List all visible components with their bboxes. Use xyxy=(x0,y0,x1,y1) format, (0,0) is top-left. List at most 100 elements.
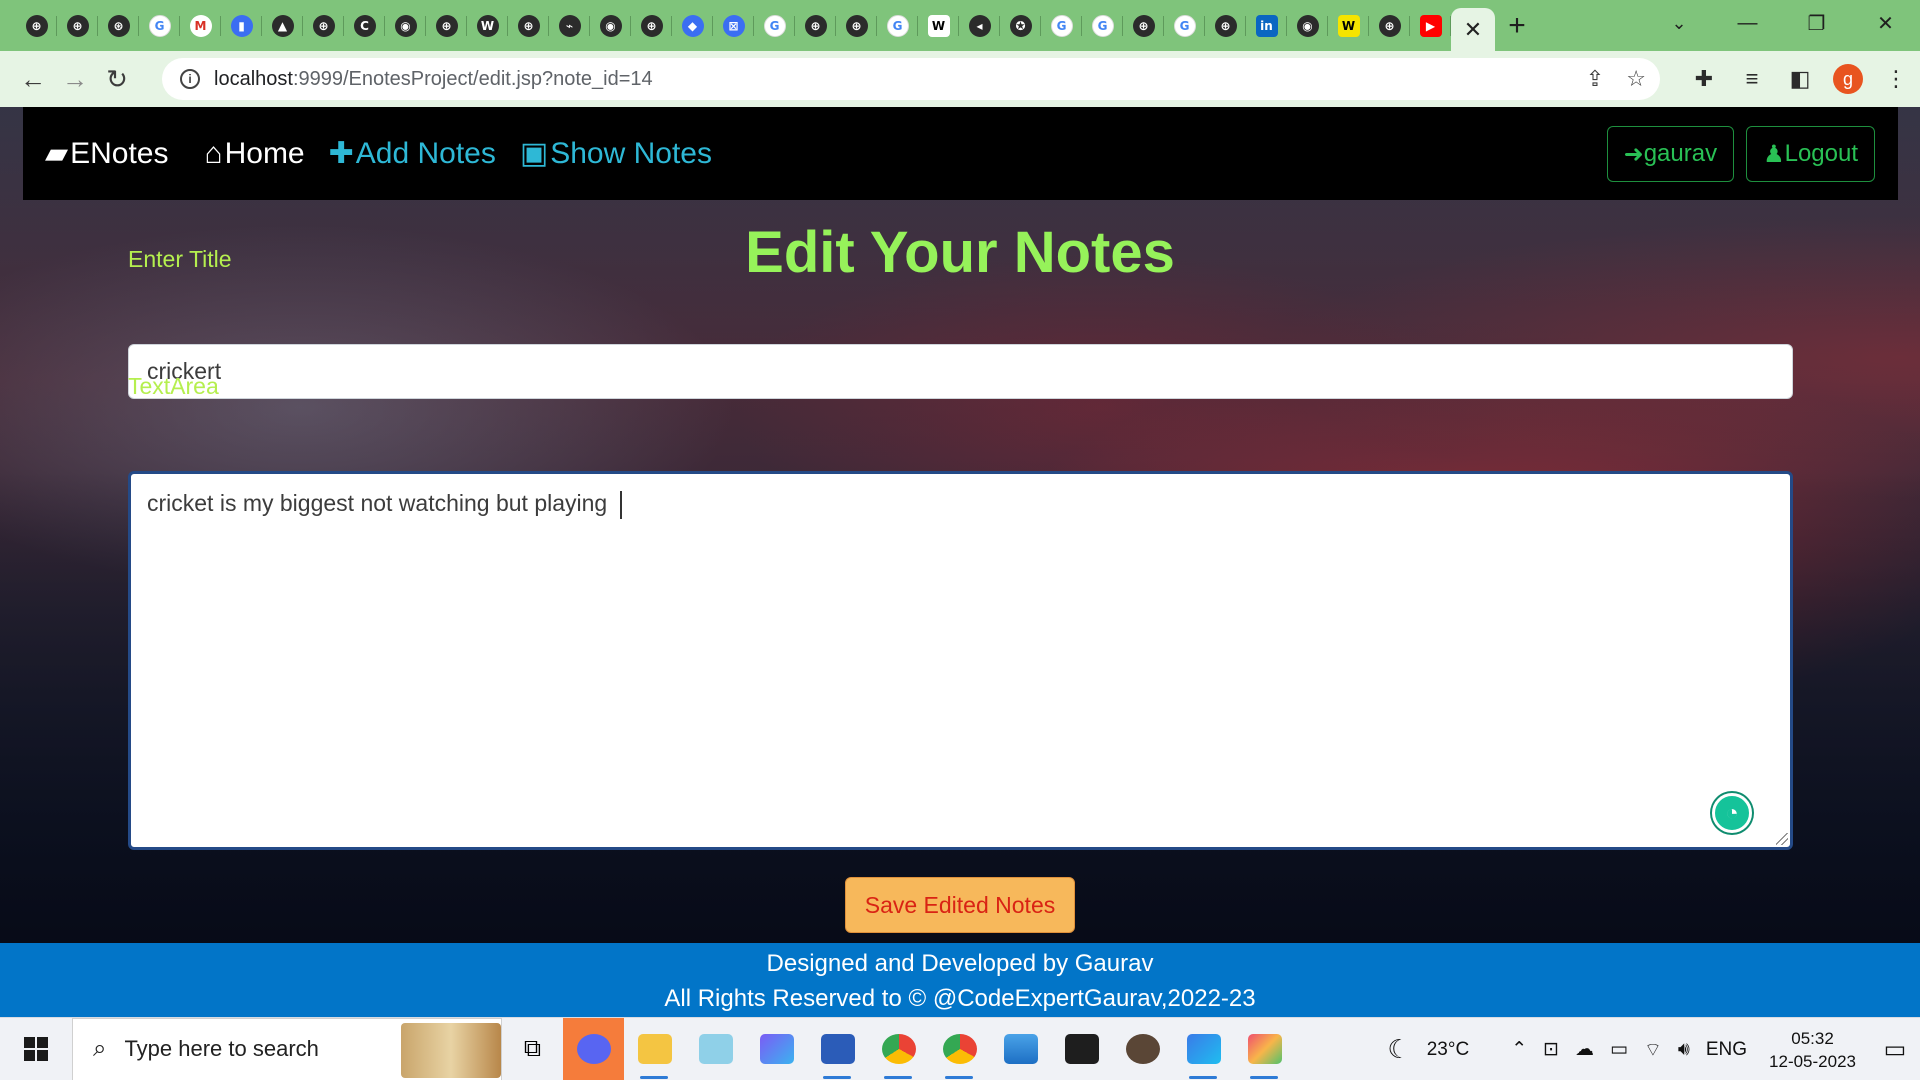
chrome-icon[interactable] xyxy=(868,1018,929,1080)
tab-drive[interactable]: ▲ xyxy=(262,0,303,51)
onedrive-icon[interactable]: ☁ xyxy=(1567,1038,1602,1061)
notification-center-icon[interactable]: ▭ xyxy=(1870,1018,1920,1080)
tab-globe[interactable]: ⊕ xyxy=(57,0,98,51)
tab-google[interactable]: G xyxy=(1041,0,1082,51)
url-text[interactable]: localhost:9999/EnotesProject/edit.jsp?no… xyxy=(214,68,653,91)
bookmark-star-icon[interactable]: ☆ xyxy=(1626,66,1646,92)
intellij-icon[interactable] xyxy=(1173,1018,1234,1080)
tab-openai[interactable]: ⊛ xyxy=(98,0,139,51)
forward-arrow-icon[interactable]: → xyxy=(54,58,96,100)
tab-globe[interactable]: ⊕ xyxy=(836,0,877,51)
terminal-icon[interactable] xyxy=(1051,1018,1112,1080)
chrome-profile-icon[interactable] xyxy=(929,1018,990,1080)
text-cursor xyxy=(619,490,622,519)
tab-docs[interactable]: ▮ xyxy=(221,0,262,51)
user-button[interactable]: ➜ gaurav xyxy=(1606,126,1735,182)
tab-gmail[interactable]: M xyxy=(180,0,221,51)
tab-wordpress[interactable]: W xyxy=(467,0,508,51)
chevron-up-icon[interactable]: ⌃ xyxy=(1503,1038,1535,1061)
side-panel-icon[interactable]: ◧ xyxy=(1776,51,1824,107)
footer-copyright: All Rights Reserved to © @CodeExpertGaur… xyxy=(664,985,1256,1012)
photos-icon[interactable] xyxy=(990,1018,1051,1080)
user-icon: ♟ xyxy=(1763,140,1785,168)
nav-show-notes[interactable]: ▣ Show Notes xyxy=(520,136,712,171)
tab-google[interactable]: G xyxy=(877,0,918,51)
tab-linkedin[interactable]: in xyxy=(1246,0,1287,51)
tab-google[interactable]: G xyxy=(1164,0,1205,51)
discord-app-icon[interactable] xyxy=(563,1017,624,1080)
logout-button[interactable]: ♟ Logout xyxy=(1746,126,1875,182)
back-arrow-icon[interactable]: ← xyxy=(12,58,54,100)
file-explorer-icon[interactable] xyxy=(624,1018,685,1080)
tab-globe[interactable]: ⊕ xyxy=(1123,0,1164,51)
tab-youtube[interactable]: ▶ xyxy=(1410,0,1451,51)
clock[interactable]: 05:32 12-05-2023 xyxy=(1755,1027,1870,1073)
tab-globe[interactable]: ⊕ xyxy=(303,0,344,51)
nav-add-notes[interactable]: ✚ Add Notes xyxy=(329,136,496,171)
tab-globe[interactable]: ⊕ xyxy=(795,0,836,51)
volume-icon[interactable]: 🔊︎ xyxy=(1670,1039,1698,1061)
tab-github[interactable]: ◉ xyxy=(590,0,631,51)
nav-home[interactable]: ⌂ Home xyxy=(204,137,304,171)
tab-globe[interactable]: ⊕ xyxy=(508,0,549,51)
brand-link[interactable]: ▰ ENotes xyxy=(45,136,168,171)
site-info-icon[interactable]: i xyxy=(180,69,200,89)
save-edited-notes-button[interactable]: Save Edited Notes xyxy=(845,877,1075,933)
tab-github[interactable]: ◉ xyxy=(385,0,426,51)
meet-icon[interactable]: ⊡ xyxy=(1535,1038,1567,1061)
git-bash-icon[interactable] xyxy=(1112,1018,1173,1080)
close-tab-icon[interactable]: ✕ xyxy=(1464,17,1482,43)
globe-icon: ⊕ xyxy=(1214,14,1237,37)
tab-leetcode[interactable]: ⌁ xyxy=(549,0,590,51)
weather-moon-icon[interactable]: ☾ xyxy=(1379,1034,1418,1065)
tab-globe[interactable]: ⊕ xyxy=(16,0,57,51)
taskbar-search[interactable]: ⌕ Type here to search xyxy=(72,1017,502,1080)
extensions-puzzle-icon[interactable]: ✚ xyxy=(1680,51,1728,107)
tab-search-chevron-icon[interactable]: ⌄ xyxy=(1662,0,1696,46)
minimize-icon[interactable]: — xyxy=(1713,0,1782,46)
tab-globe[interactable]: ⊕ xyxy=(631,0,672,51)
tab-wikipedia[interactable]: W xyxy=(918,0,959,51)
tab-globe[interactable]: ⊕ xyxy=(426,0,467,51)
nav-home-label: Home xyxy=(224,136,305,170)
note-textarea[interactable]: cricket is my biggest not watching but p… xyxy=(128,471,1793,850)
wifi-icon[interactable]: ⌔ xyxy=(1636,1038,1670,1062)
resize-handle[interactable] xyxy=(1776,833,1788,845)
tab-audio[interactable]: ◂ xyxy=(959,0,1000,51)
reload-icon[interactable]: ↻ xyxy=(96,58,138,100)
sourcetree-icon[interactable] xyxy=(1234,1018,1295,1080)
restore-icon[interactable]: ❐ xyxy=(1782,0,1851,46)
url-path: :9999/EnotesProject/edit.jsp?note_id=14 xyxy=(292,67,653,90)
address-bar[interactable]: i localhost:9999/EnotesProject/edit.jsp?… xyxy=(162,58,1660,100)
close-window-icon[interactable]: ✕ xyxy=(1851,0,1920,46)
media-control-icon[interactable]: ≡ xyxy=(1728,51,1776,107)
tab-google[interactable]: G xyxy=(139,0,180,51)
battery-icon[interactable]: ▭ xyxy=(1602,1038,1636,1061)
tab-active[interactable]: ✕ xyxy=(1451,8,1495,51)
tab-cpp[interactable]: C xyxy=(344,0,385,51)
task-view-icon[interactable]: ⧉ xyxy=(502,1018,563,1080)
tab-github[interactable]: ◉ xyxy=(1287,0,1328,51)
tab-google[interactable]: G xyxy=(754,0,795,51)
more-menu-icon[interactable]: ⋮ xyxy=(1872,51,1920,107)
start-button[interactable] xyxy=(0,1018,72,1080)
tab-translate[interactable]: ⊠ xyxy=(713,0,754,51)
grammarly-icon[interactable]: ◔ xyxy=(1712,793,1752,833)
word-icon[interactable] xyxy=(807,1018,868,1080)
tab-star[interactable]: ✪ xyxy=(1000,0,1041,51)
tab-globe[interactable]: ⊕ xyxy=(1205,0,1246,51)
notepad-icon[interactable] xyxy=(685,1018,746,1080)
address-book-icon: ▣ xyxy=(519,137,549,170)
new-tab-button[interactable]: + xyxy=(1495,0,1539,51)
language-indicator[interactable]: ENG xyxy=(1698,1039,1755,1061)
tab-globe[interactable]: ⊕ xyxy=(1369,0,1410,51)
copilot-icon[interactable] xyxy=(746,1018,807,1080)
tab-gemini[interactable]: ◆ xyxy=(672,0,713,51)
profile-avatar[interactable]: g xyxy=(1833,64,1863,94)
tab-google[interactable]: G xyxy=(1082,0,1123,51)
weather-temp[interactable]: 23°C xyxy=(1419,1039,1477,1061)
share-icon[interactable]: ⇪ xyxy=(1586,66,1604,92)
taskbar-search-placeholder: Type here to search xyxy=(124,1036,319,1061)
tab-wix[interactable]: W xyxy=(1328,0,1369,51)
title-input[interactable]: crickert xyxy=(128,344,1793,399)
